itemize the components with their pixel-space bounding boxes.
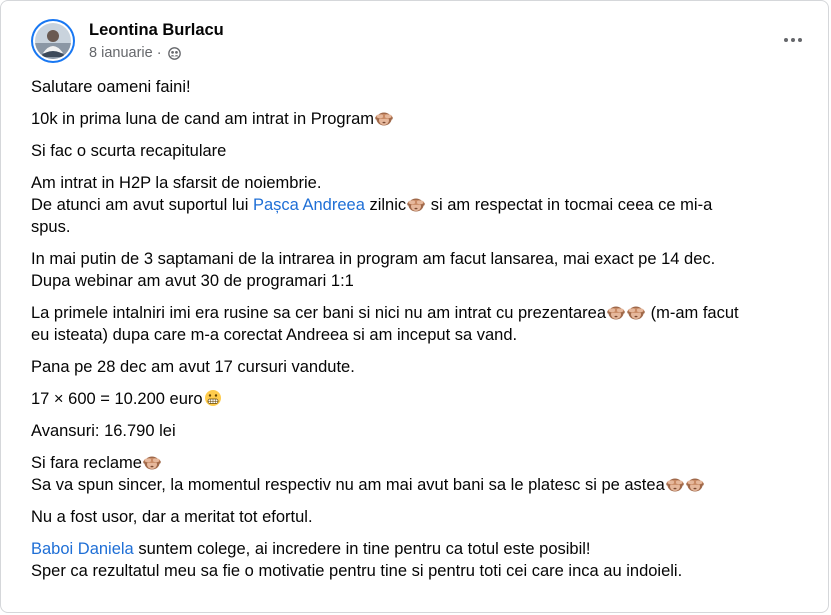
see-no-evil-monkey-icon <box>666 475 684 493</box>
post-line: 17 × 600 = 10.200 euro <box>31 388 821 410</box>
see-no-evil-monkey-icon <box>627 303 645 321</box>
post-paragraph: La primele intalniri imi era rusine sa c… <box>31 303 739 344</box>
post-paragraph: Si fara reclame Sa va spun sincer, la mom… <box>31 452 821 496</box>
see-no-evil-monkey-icon <box>686 475 704 493</box>
post-meta: 8 ianuarie · <box>89 45 181 61</box>
post-paragraph: Baboi Daniela suntem colege, ai increder… <box>31 540 683 580</box>
avatar[interactable] <box>31 19 75 63</box>
post-header: Leontina Burlacu 8 ianuarie · <box>31 17 811 67</box>
post-line: Si fac o scurta recapitulare <box>31 142 227 160</box>
more-options-icon[interactable] <box>775 29 811 51</box>
post-line: 10k in prima luna de cand am intrat in P… <box>31 108 821 130</box>
meta-separator: · <box>156 45 162 61</box>
post-date[interactable]: 8 ianuarie <box>89 45 153 61</box>
post-line: Salutare oameni faini! <box>31 78 191 96</box>
avatar-photo-icon <box>35 23 71 59</box>
see-no-evil-monkey-icon <box>143 453 161 471</box>
post-line: Avansuri: 16.790 lei <box>31 422 176 440</box>
grimacing-face-icon <box>204 389 222 407</box>
author-name[interactable]: Leontina Burlacu <box>89 21 224 40</box>
see-no-evil-monkey-icon <box>607 303 625 321</box>
post-body: Salutare oameni faini! 10k in prima luna… <box>31 76 821 592</box>
friends-icon[interactable] <box>167 46 181 60</box>
see-no-evil-monkey-icon <box>375 109 393 127</box>
post-line: Pana pe 28 dec am avut 17 cursuri vandut… <box>31 358 355 376</box>
mention-pasca-andreea[interactable]: Pașca Andreea <box>253 196 365 214</box>
post-paragraph: Am intrat in H2P la sfarsit de noiembrie… <box>31 174 713 236</box>
post-line: Nu a fost usor, dar a meritat tot efortu… <box>31 508 313 526</box>
post-card: Leontina Burlacu 8 ianuarie · Salutare o… <box>0 0 829 613</box>
post-paragraph: In mai putin de 3 saptamani de la intrar… <box>31 250 716 290</box>
mention-baboi-daniela[interactable]: Baboi Daniela <box>31 540 134 558</box>
see-no-evil-monkey-icon <box>407 195 425 213</box>
